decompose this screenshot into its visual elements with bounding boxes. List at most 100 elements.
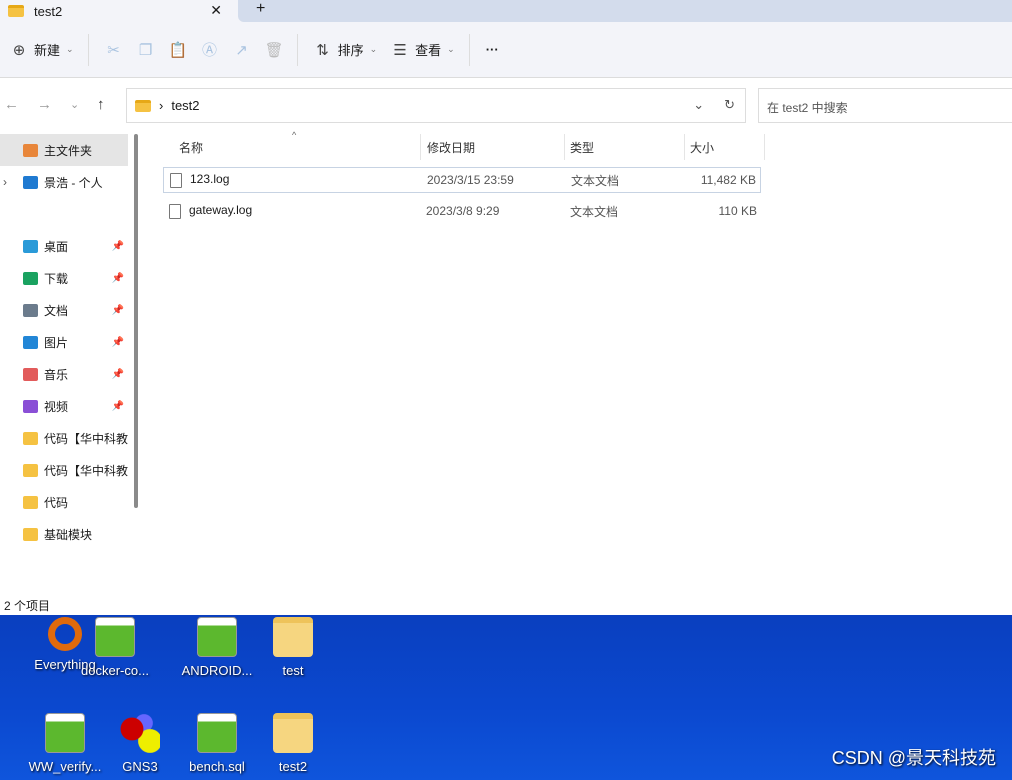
sidebar-item-label: 桌面 bbox=[44, 239, 69, 254]
sidebar-item[interactable]: 音乐 📌 bbox=[0, 358, 128, 390]
file-size: 11,482 KB bbox=[700, 173, 756, 187]
search-input[interactable]: 在 test2 中搜索 bbox=[758, 88, 1012, 123]
item-icon bbox=[23, 399, 38, 413]
desktop-icon[interactable]: docker-co... bbox=[75, 617, 155, 678]
item-icon bbox=[23, 335, 38, 349]
recent-chevron-icon[interactable]: ⌄ bbox=[70, 98, 79, 111]
sidebar-item[interactable]: 视频 📌 bbox=[0, 390, 128, 422]
item-icon bbox=[23, 239, 38, 253]
sidebar-item[interactable]: 代码【华中科教 bbox=[0, 454, 128, 486]
new-tab-button[interactable]: + bbox=[256, 0, 265, 18]
sidebar-item[interactable]: 桌面 📌 bbox=[0, 230, 128, 262]
divider bbox=[420, 134, 421, 160]
text-file-icon bbox=[170, 172, 182, 188]
divider bbox=[564, 134, 565, 160]
pin-icon: 📌 bbox=[111, 336, 124, 348]
pin-icon: 📌 bbox=[111, 304, 124, 316]
divider bbox=[764, 134, 765, 160]
sidebar-item-label: 文档 bbox=[44, 303, 69, 318]
item-icon bbox=[23, 367, 38, 381]
scissors-icon: ✂ bbox=[107, 41, 120, 59]
sidebar-item[interactable]: 代码 bbox=[0, 486, 128, 518]
pin-icon: 📌 bbox=[111, 400, 124, 412]
file-row[interactable]: gateway.log 2023/3/8 9:29 文本文档 110 KB bbox=[163, 198, 761, 224]
new-button[interactable]: ⊕ 新建 ⌄ bbox=[10, 34, 74, 66]
sort-arrow-icon: ^ bbox=[292, 130, 297, 140]
file-date: 2023/3/8 9:29 bbox=[426, 204, 500, 218]
folder-icon bbox=[273, 713, 313, 753]
watermark: CSDN @景天科技苑 bbox=[831, 748, 996, 768]
text-file-icon bbox=[169, 203, 181, 219]
chevron-down-icon: ⌄ bbox=[447, 44, 455, 54]
sidebar-item-label: 基础模块 bbox=[44, 527, 93, 542]
desktop-icon[interactable]: GNS3 bbox=[100, 713, 180, 774]
sidebar-item[interactable]: 代码【华中科教 bbox=[0, 422, 128, 454]
divider bbox=[296, 33, 298, 66]
back-icon[interactable]: ← bbox=[4, 96, 19, 113]
share-button[interactable]: ↗ bbox=[233, 34, 251, 66]
column-header-name[interactable]: 名称 bbox=[179, 134, 203, 160]
sort-button[interactable]: ⇅ 排序 ⌄ bbox=[314, 34, 378, 66]
delete-button[interactable]: 🗑 bbox=[265, 34, 284, 66]
item-icon bbox=[23, 143, 38, 157]
share-icon: ↗ bbox=[235, 41, 248, 59]
refresh-icon[interactable]: ↻ bbox=[724, 97, 735, 113]
file-type: 文本文档 bbox=[571, 173, 620, 188]
chevron-down-icon: ⌄ bbox=[369, 44, 378, 54]
notepad-icon bbox=[95, 617, 135, 657]
status-bar: 2 个项目 bbox=[0, 593, 1012, 615]
file-row[interactable]: 123.log 2023/3/15 23:59 文本文档 11,482 KB bbox=[163, 167, 761, 193]
desktop-icon[interactable]: test2 bbox=[253, 713, 333, 774]
sidebar-scrollbar[interactable] bbox=[134, 134, 138, 508]
close-icon[interactable]: ✕ bbox=[210, 2, 222, 19]
view-label: 查看 bbox=[415, 43, 442, 58]
sidebar-item[interactable]: 基础模块 bbox=[0, 518, 128, 550]
sidebar-item[interactable]: 图片 📌 bbox=[0, 326, 128, 358]
desktop-icon[interactable]: test bbox=[253, 617, 333, 678]
more-button[interactable]: ··· bbox=[486, 34, 499, 66]
sidebar-item-label: 主文件夹 bbox=[44, 143, 93, 158]
folder-icon bbox=[273, 617, 313, 657]
column-header-type[interactable]: 类型 bbox=[570, 134, 594, 160]
up-icon[interactable]: ↑ bbox=[97, 96, 105, 113]
more-icon: ··· bbox=[485, 42, 499, 57]
dropdown-chevron-icon[interactable]: ⌄ bbox=[693, 97, 704, 113]
sidebar-item[interactable]: 主文件夹 bbox=[0, 134, 128, 166]
column-header-size[interactable]: 大小 bbox=[690, 134, 714, 160]
column-header-date[interactable]: 修改日期 bbox=[427, 134, 475, 160]
desktop-icon-label: docker-co... bbox=[81, 663, 149, 678]
cut-button[interactable]: ✂ bbox=[105, 34, 123, 66]
breadcrumb-chevron-icon: › bbox=[159, 98, 164, 113]
notepad-icon bbox=[45, 713, 85, 753]
view-button[interactable]: ☰ 查看 ⌄ bbox=[391, 34, 455, 66]
tab-test2[interactable]: test2 ✕ bbox=[0, 0, 236, 22]
expand-chevron-icon[interactable]: › bbox=[3, 175, 7, 189]
desktop-icon[interactable]: WW_verify... bbox=[25, 713, 105, 774]
copy-button[interactable]: ❐ bbox=[137, 34, 155, 66]
desktop-icon-label: WW_verify... bbox=[28, 759, 102, 774]
desktop-icon-label: test bbox=[282, 663, 304, 678]
rename-button[interactable]: Ⓐ bbox=[201, 34, 219, 66]
folder-icon bbox=[8, 5, 24, 17]
sidebar-item-label: 代码 bbox=[44, 495, 69, 510]
paste-button[interactable]: 📋 bbox=[169, 34, 188, 66]
forward-icon[interactable]: → bbox=[37, 96, 52, 113]
rename-icon: Ⓐ bbox=[202, 42, 218, 59]
file-name: gateway.log bbox=[189, 203, 253, 218]
sidebar-item[interactable]: 下载 📌 bbox=[0, 262, 128, 294]
sidebar-item[interactable]: 文档 📌 bbox=[0, 294, 128, 326]
sidebar-item-label: 景浩 - 个人 bbox=[44, 175, 103, 190]
gns3-icon bbox=[120, 713, 160, 753]
file-name: 123.log bbox=[190, 172, 230, 187]
item-icon bbox=[23, 175, 38, 189]
address-bar[interactable]: › test2 ⌄ ↻ bbox=[126, 88, 746, 123]
desktop-icon-label: test2 bbox=[278, 759, 308, 774]
navigation-pane: 主文件夹 › 景浩 - 个人 桌面 📌 下载 📌 文档 📌 图片 📌 音乐 📌 视频 📌 代码【华中科教 代码【… bbox=[0, 134, 128, 592]
breadcrumb-test2[interactable]: test2 bbox=[171, 98, 199, 113]
desktop-icon[interactable]: ANDROID... bbox=[177, 617, 257, 678]
pin-icon: 📌 bbox=[111, 272, 124, 284]
item-icon bbox=[23, 495, 38, 509]
desktop-icon[interactable]: bench.sql bbox=[177, 713, 257, 774]
sidebar-item[interactable]: › 景浩 - 个人 bbox=[0, 166, 128, 198]
plus-circle-icon: ⊕ bbox=[12, 41, 26, 59]
